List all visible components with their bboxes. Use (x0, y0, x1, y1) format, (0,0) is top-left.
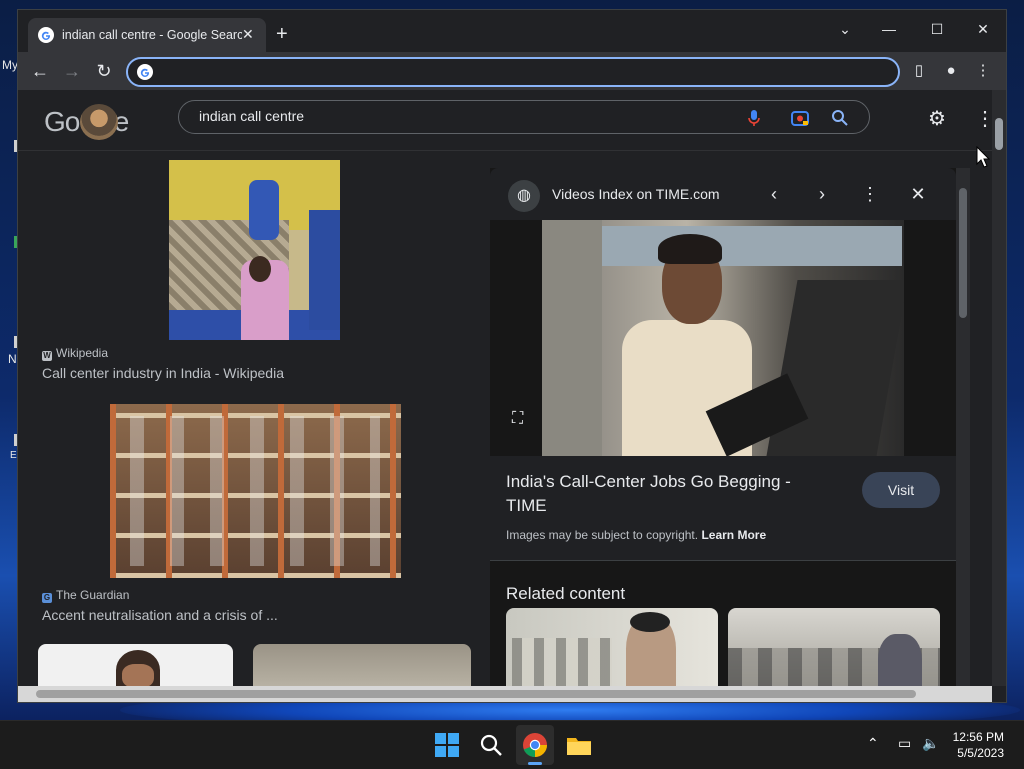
learn-more-link[interactable]: Learn More (701, 528, 766, 542)
result-image-partial[interactable] (38, 644, 233, 686)
mouse-cursor-icon (976, 146, 990, 168)
image-preview-panel: ◍ Videos Index on TIME.com ‹ › ⋮ ✕ ⛶ Ind… (490, 168, 970, 686)
panel-header: ◍ Videos Index on TIME.com ‹ › ⋮ ✕ (490, 168, 956, 220)
google-images-page: Google indian call centre ⚙ ⋮ (18, 90, 992, 686)
chrome-icon[interactable] (521, 731, 549, 759)
search-box[interactable]: indian call centre (178, 100, 870, 134)
browser-toolbar: ← → ↻ ▯ ● ⋮ (18, 52, 1006, 90)
volume-icon[interactable]: 🔈 (922, 735, 939, 752)
lens-search-icon[interactable]: ⛶ (512, 410, 523, 428)
reload-icon[interactable]: ↻ (92, 60, 116, 84)
panel-scrollbar[interactable] (956, 168, 970, 686)
previous-icon[interactable]: ‹ (762, 182, 786, 206)
divider (490, 560, 956, 561)
result-title-guardian[interactable]: Accent neutralisation and a crisis of ..… (42, 607, 278, 623)
network-icon[interactable]: ▭ (898, 735, 911, 752)
copyright-text: Images may be subject to copyright. (506, 528, 699, 542)
tab-strip: indian call centre - Google Search ✕ + ⌄… (18, 10, 1006, 52)
page-horizontal-scrollbar[interactable] (18, 686, 992, 702)
related-image[interactable] (728, 608, 940, 686)
panel-info: India's Call-Center Jobs Go Begging - TI… (490, 456, 956, 560)
profile-icon[interactable]: ● (940, 60, 962, 82)
microphone-icon[interactable] (743, 107, 765, 129)
file-explorer-icon[interactable] (565, 731, 593, 759)
result-title-wikipedia[interactable]: Call center industry in India - Wikipedi… (42, 365, 284, 381)
tab-search-icon[interactable]: ⌄ (830, 16, 860, 42)
result-image-wikipedia[interactable] (169, 160, 340, 340)
panel-headline[interactable]: India's Call-Center Jobs Go Begging - TI… (506, 470, 826, 518)
source-name: Wikipedia (56, 346, 109, 360)
clock-date: 5/5/2023 (957, 746, 1004, 760)
minimize-button[interactable]: — (874, 16, 904, 42)
result-source-guardian[interactable]: G The Guardian (42, 588, 129, 603)
copyright-notice: Images may be subject to copyright. Lear… (506, 528, 766, 542)
google-header: Google indian call centre ⚙ ⋮ (18, 90, 992, 151)
guardian-favicon-icon: G (42, 593, 52, 603)
result-source-wikipedia[interactable]: W Wikipedia (42, 346, 108, 361)
more-options-icon[interactable]: ⋮ (858, 182, 882, 206)
vertical-scroll-thumb[interactable] (995, 118, 1003, 150)
google-favicon-icon (38, 27, 54, 43)
taskbar-search-icon[interactable] (477, 731, 505, 759)
close-window-button[interactable]: ✕ (968, 16, 998, 42)
globe-icon: ◍ (508, 180, 540, 212)
panel-scroll-thumb[interactable] (959, 188, 967, 318)
search-query[interactable]: indian call centre (199, 108, 304, 124)
taskbar: ⌃ ▭ 🔈 12:56 PM 5/5/2023 (0, 720, 1024, 769)
page-vertical-scrollbar[interactable] (992, 90, 1006, 686)
camera-lens-icon[interactable] (789, 107, 811, 129)
desktop-icon-label[interactable]: E (10, 450, 17, 461)
visit-button[interactable]: Visit (862, 472, 940, 508)
new-tab-button[interactable]: + (276, 24, 288, 44)
close-panel-icon[interactable]: ✕ (906, 182, 930, 206)
wikipedia-favicon-icon: W (42, 351, 52, 361)
address-bar[interactable] (126, 57, 900, 87)
active-indicator (528, 762, 542, 765)
desktop-icon-label[interactable]: N (8, 352, 17, 366)
forward-icon[interactable]: → (60, 60, 84, 84)
address-input[interactable] (162, 62, 866, 84)
back-icon[interactable]: ← (28, 60, 52, 84)
related-content-heading: Related content (506, 584, 626, 603)
result-image-guardian[interactable] (110, 404, 401, 578)
desktop-icon-label[interactable]: My (2, 58, 18, 72)
tab-title: indian call centre - Google Search (62, 28, 242, 42)
related-image[interactable] (506, 608, 718, 686)
doodle-image (80, 104, 118, 140)
panel-site-name[interactable]: Videos Index on TIME.com (552, 186, 720, 202)
windows-start-icon[interactable] (433, 731, 461, 759)
more-menu-icon[interactable]: ⋮ (972, 60, 994, 82)
taskbar-clock[interactable]: 12:56 PM 5/5/2023 (953, 729, 1004, 761)
clock-time: 12:56 PM (952, 730, 1004, 744)
source-name: The Guardian (56, 588, 130, 602)
settings-gear-icon[interactable]: ⚙ (924, 106, 950, 132)
search-icon[interactable] (829, 107, 851, 129)
side-panel-icon[interactable]: ▯ (908, 60, 930, 82)
preview-image[interactable] (542, 220, 904, 456)
tab-close-icon[interactable]: ✕ (242, 26, 254, 43)
google-favicon-icon (137, 64, 153, 80)
google-doodle-logo[interactable]: Google (44, 102, 136, 142)
maximize-button[interactable]: ☐ (922, 16, 952, 42)
show-hidden-icons-icon[interactable]: ⌃ (867, 735, 879, 752)
result-image-partial[interactable] (253, 644, 471, 686)
chrome-window: indian call centre - Google Search ✕ + ⌄… (18, 10, 1006, 702)
next-icon[interactable]: › (810, 182, 834, 206)
tab-google-search[interactable]: indian call centre - Google Search ✕ (28, 18, 266, 52)
horizontal-scroll-thumb[interactable] (36, 690, 916, 698)
apps-grid-icon[interactable]: ⋮ (972, 106, 992, 132)
